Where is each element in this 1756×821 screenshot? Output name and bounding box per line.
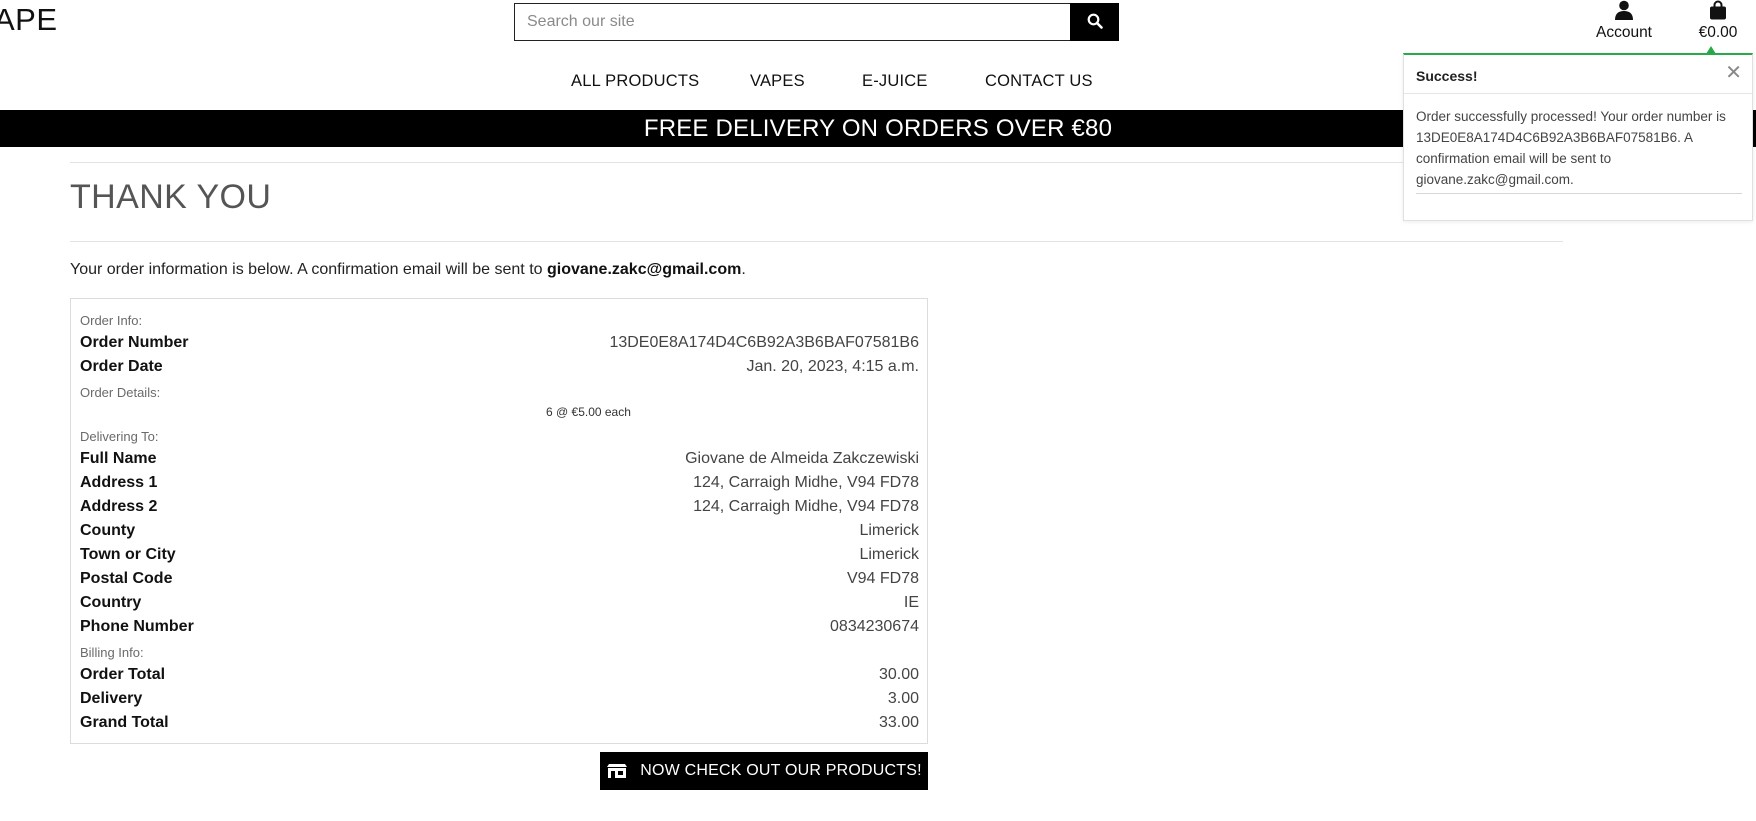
order-number-row: Order Number 13DE0E8A174D4C6B92A3B6BAF07… <box>80 334 919 356</box>
intro-suffix: . <box>741 261 746 278</box>
cta-label: NOW CHECK OUT OUR PRODUCTS! <box>640 762 922 779</box>
county-value: Limerick <box>859 522 919 539</box>
phone-label: Phone Number <box>80 618 194 635</box>
intro-prefix: Your order information is below. A confi… <box>70 261 547 278</box>
grand-total-row: Grand Total 33.00 <box>80 714 919 736</box>
success-toast: Success! ✕ Order successfully processed!… <box>1403 53 1753 221</box>
account-link[interactable]: Account <box>1585 0 1663 42</box>
toast-message: Order successfully processed! Your order… <box>1416 109 1726 187</box>
order-total-value: 30.00 <box>878 666 919 683</box>
close-icon[interactable]: ✕ <box>1725 63 1742 83</box>
town-label: Town or City <box>80 546 176 563</box>
order-date-value: Jan. 20, 2023, 4:15 a.m. <box>746 358 919 375</box>
user-icon <box>1585 0 1663 22</box>
address2-row: Address 2 124, Carraigh Midhe, V94 FD78 <box>80 498 919 520</box>
search-icon <box>1087 13 1103 32</box>
address1-value: 124, Carraigh Midhe, V94 FD78 <box>693 474 919 491</box>
check-out-products-button[interactable]: NOW CHECK OUT OUR PRODUCTS! <box>600 752 928 790</box>
postal-code-value: V94 FD78 <box>846 570 919 587</box>
country-value: IE <box>903 594 919 611</box>
address2-value: 124, Carraigh Midhe, V94 FD78 <box>693 498 919 515</box>
address1-row: Address 1 124, Carraigh Midhe, V94 FD78 <box>80 474 919 496</box>
full-name-label: Full Name <box>80 450 157 467</box>
town-row: Town or City Limerick <box>80 546 919 568</box>
order-number-label: Order Number <box>80 334 189 351</box>
delivery-value: 3.00 <box>887 690 919 707</box>
nav-contact-us[interactable]: CONTACT US <box>985 72 1093 91</box>
order-summary-card: Order Info: Order Number 13DE0E8A174D4C6… <box>70 298 928 744</box>
grand-total-value: 33.00 <box>878 714 919 731</box>
phone-value: 0834230674 <box>830 618 919 635</box>
page-title: THANK YOU <box>70 178 272 216</box>
toast-header: Success! ✕ <box>1404 55 1752 94</box>
section-order-details: Order Details: <box>80 385 161 400</box>
order-date-row: Order Date Jan. 20, 2023, 4:15 a.m. <box>80 358 919 380</box>
order-total-label: Order Total <box>80 666 166 683</box>
search-input[interactable] <box>514 3 1070 41</box>
town-value: Limerick <box>859 546 919 563</box>
county-row: County Limerick <box>80 522 919 544</box>
search-form <box>514 3 1119 41</box>
order-date-label: Order Date <box>80 358 163 375</box>
phone-row: Phone Number 0834230674 <box>80 618 919 640</box>
address1-label: Address 1 <box>80 474 158 491</box>
order-total-row: Order Total 30.00 <box>80 666 919 688</box>
full-name-row: Full Name Giovane de Almeida Zakczewiski <box>80 450 919 472</box>
intro-text: Your order information is below. A confi… <box>70 261 746 279</box>
postal-code-label: Postal Code <box>80 570 173 587</box>
section-billing-info: Billing Info: <box>80 645 144 660</box>
nav-vapes[interactable]: VAPES <box>750 72 805 91</box>
county-label: County <box>80 522 136 539</box>
page: APE Account €0.00 <box>0 0 1756 821</box>
grand-total-label: Grand Total <box>80 714 169 731</box>
toast-divider <box>1416 193 1742 194</box>
shopping-bag-link[interactable]: €0.00 <box>1690 0 1746 42</box>
section-order-info: Order Info: <box>80 313 143 328</box>
nav-all-products[interactable]: ALL PRODUCTS <box>571 72 699 91</box>
delivery-label: Delivery <box>80 690 143 707</box>
country-row: Country IE <box>80 594 919 616</box>
nav-e-juice[interactable]: E-JUICE <box>862 72 928 91</box>
toast-title: Success! <box>1416 68 1478 84</box>
delivery-row: Delivery 3.00 <box>80 690 919 712</box>
site-logo[interactable]: APE <box>0 2 58 38</box>
shopping-bag-icon <box>1690 0 1746 22</box>
section-delivering-to: Delivering To: <box>80 429 159 444</box>
divider <box>70 162 1563 163</box>
account-label: Account <box>1595 24 1652 41</box>
order-item-line: 6 @ €5.00 each <box>546 405 631 419</box>
order-number-value: 13DE0E8A174D4C6B92A3B6BAF07581B6 <box>609 334 919 351</box>
address2-label: Address 2 <box>80 498 158 515</box>
country-label: Country <box>80 594 142 611</box>
divider <box>70 241 1563 242</box>
intro-email: giovane.zakc@gmail.com <box>546 261 742 278</box>
full-name-value: Giovane de Almeida Zakczewiski <box>685 450 919 467</box>
store-icon <box>606 763 628 779</box>
search-button[interactable] <box>1070 3 1119 41</box>
postal-code-row: Postal Code V94 FD78 <box>80 570 919 592</box>
bag-total: €0.00 <box>1698 24 1738 41</box>
